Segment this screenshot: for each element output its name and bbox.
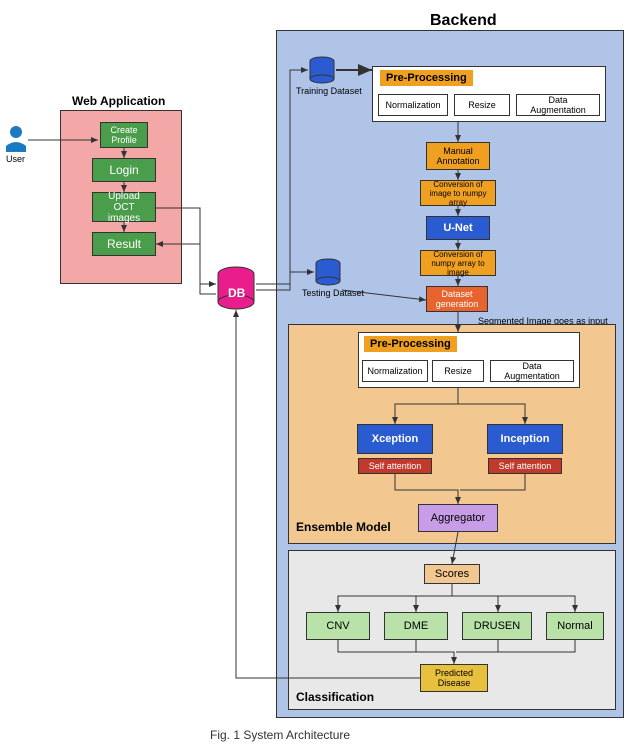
preproc2-aug: Data Augmentation [490,360,574,382]
create-profile-box: Create Profile [100,122,148,148]
dme-box: DME [384,612,448,640]
preproc2-title: Pre-Processing [364,336,457,352]
preproc1-norm: Normalization [378,94,448,116]
figure-caption: Fig. 1 System Architecture [210,728,350,742]
webapp-title: Web Application [72,94,165,108]
manual-ann-box: Manual Annotation [426,142,490,170]
training-db-label: Training Dataset [296,86,362,96]
preproc2-resize: Resize [432,360,484,382]
classification-title: Classification [296,690,374,704]
result-box: Result [92,232,156,256]
db-label: DB [228,286,245,300]
upload-box: Upload OCT images [92,192,156,222]
self-att2-box: Self attention [488,458,562,474]
user-icon [4,124,28,154]
normal-box: Normal [546,612,604,640]
ensemble-title: Ensemble Model [296,520,391,534]
login-box: Login [92,158,156,182]
cnv-box: CNV [306,612,370,640]
preproc1-aug: Data Augmentation [516,94,600,116]
preproc1-title: Pre-Processing [380,70,473,86]
conv-to-np-box: Conversion of image to numpy array [420,180,496,206]
preproc2-norm: Normalization [362,360,428,382]
aggregator-box: Aggregator [418,504,498,532]
drusen-box: DRUSEN [462,612,532,640]
training-db-icon [308,56,336,84]
inception-box: Inception [487,424,563,454]
scores-box: Scores [424,564,480,584]
dataset-gen-box: Dataset generation [426,286,488,312]
backend-title: Backend [430,12,497,30]
conv-to-img-box: Conversion of numpy array to image [420,250,496,276]
predicted-box: Predicted Disease [420,664,488,692]
unet-box: U-Net [426,216,490,240]
xception-box: Xception [357,424,433,454]
self-att1-box: Self attention [358,458,432,474]
testing-db-label: Testing Dataset [302,288,364,298]
testing-db-icon [314,258,342,286]
user-label: User [6,154,25,164]
preproc1-resize: Resize [454,94,510,116]
